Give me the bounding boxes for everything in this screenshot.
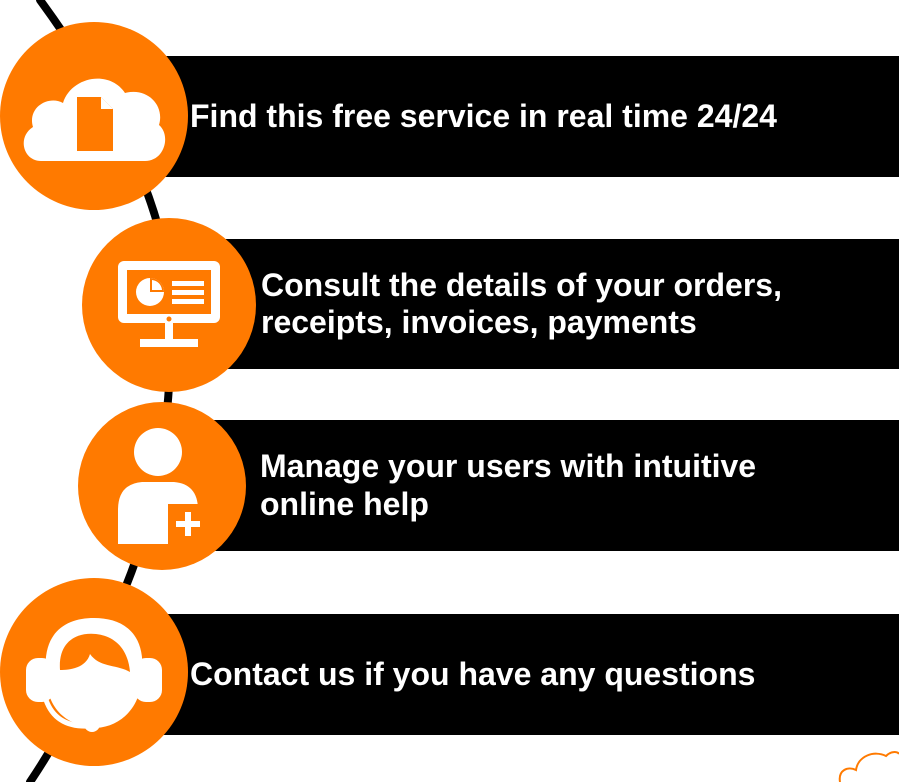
feature-badge-users [78,402,246,570]
feature-badge-contact [0,578,188,766]
feature-text-orders-line2: receipts, invoices, payments [261,304,697,340]
monitor-chart-icon [118,261,220,347]
feature-text-users-line1: Manage your users with intuitive [260,448,757,485]
headset-icon [26,618,162,732]
feature-text-realtime: Find this free service in real time 24/2… [190,97,777,134]
feature-text-users-line2: online help [260,485,429,522]
feature-text-orders-line1: Consult the details of your orders, [261,266,782,303]
feature-banner-realtime: Find this free service in real time 24/2… [108,56,899,177]
feature-text-contact: Contact us if you have any questions [190,655,756,692]
feature-banner-orders: Consult the details of your orders, rece… [175,239,899,369]
user-add-icon [118,428,208,544]
feature-banner-users: Manage your users with intuitive online … [172,420,899,551]
cloud-document-icon [23,78,166,161]
feature-badge-orders [82,218,256,392]
feature-banner-contact: Contact us if you have any questions [108,614,899,735]
feature-badge-realtime [0,22,188,210]
cloud-outline-icon [838,751,899,782]
